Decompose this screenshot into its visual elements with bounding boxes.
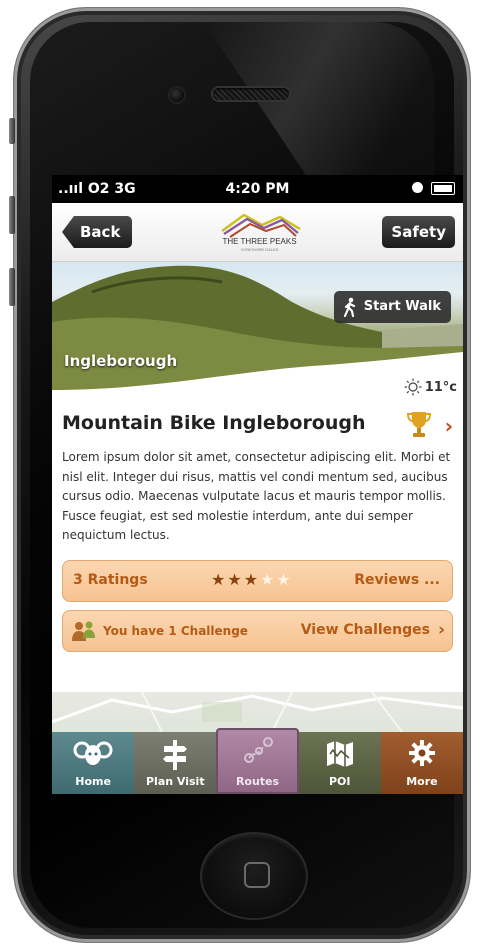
nav-bar: Back THE THREE PEAKS YORKSHIRE DALES Saf… <box>52 203 463 262</box>
logo-subtext: YORKSHIRE DALES <box>240 247 279 252</box>
safety-button[interactable]: Safety <box>382 216 455 248</box>
walk-title: Mountain Bike Ingleborough <box>62 412 366 434</box>
ram-icon <box>73 741 113 765</box>
gear-icon <box>408 740 435 766</box>
star-icon: ★ <box>211 569 228 589</box>
volume-up-button <box>9 196 15 234</box>
location-label: Ingleborough <box>64 352 178 370</box>
home-button[interactable] <box>202 834 306 918</box>
map-icon <box>326 741 353 767</box>
volume-down-button <box>9 268 15 306</box>
star-rating: ★★★★★ <box>211 570 293 589</box>
earpiece-speaker <box>213 88 289 100</box>
back-button[interactable]: Back <box>62 216 133 248</box>
signpost-icon <box>163 740 188 770</box>
tab-poi[interactable]: POI <box>298 732 381 794</box>
temperature: 11°c <box>424 379 457 395</box>
tab-label: POI <box>328 775 351 788</box>
status-time: 4:20 PM <box>225 181 290 197</box>
tab-label: Home <box>75 775 111 788</box>
map-roads <box>52 691 463 733</box>
status-bar: ..ııl O2 3G 4:20 PM <box>52 175 463 203</box>
star-empty-icon: ★ <box>260 569 277 589</box>
chevron-right-icon[interactable]: › <box>438 620 445 640</box>
mountains-logo-icon <box>221 213 301 238</box>
star-icon: ★ <box>243 569 261 589</box>
walk-description: Lorem ipsum dolor sit amet, consectetur … <box>62 450 451 542</box>
tab-routes[interactable]: Routes <box>216 728 299 794</box>
alarm-clock-icon <box>412 182 423 193</box>
ratings-count: 3 Ratings <box>73 571 148 588</box>
battery-icon <box>431 182 455 195</box>
weather-readout: 11°c <box>404 378 457 396</box>
tab-label: More <box>406 775 438 788</box>
mute-switch <box>9 118 15 144</box>
trophy-icon[interactable] <box>407 410 431 438</box>
tab-more[interactable]: More <box>380 732 463 794</box>
tab-bar: Home Plan Visit Routes POI More <box>52 728 463 794</box>
sun-icon <box>404 378 422 396</box>
app-screen: ..ııl O2 3G 4:20 PM Back THE THREE PEAKS… <box>52 175 463 794</box>
ratings-bar[interactable]: 3 Ratings ★★★★★ Reviews ... <box>62 559 453 602</box>
front-camera <box>170 88 184 102</box>
tab-plan-visit[interactable]: Plan Visit <box>134 732 217 794</box>
challenge-bar[interactable]: You have 1 Challenge View Challenges › <box>62 609 453 652</box>
reviews-link[interactable]: Reviews ... <box>354 572 440 588</box>
start-walk-button[interactable]: Start Walk <box>333 291 451 323</box>
logo-text: THE THREE PEAKS <box>222 237 297 246</box>
view-challenges-link[interactable]: View Challenges <box>301 622 430 638</box>
tab-label: Routes <box>235 775 280 788</box>
walk-content: Mountain Bike Ingleborough › Lorem ipsum… <box>52 408 463 652</box>
chevron-right-icon[interactable]: › <box>445 414 453 438</box>
hero-image: Ingleborough Start Walk 11°c <box>52 262 463 404</box>
star-empty-icon: ★ <box>276 569 293 589</box>
walk-title-row[interactable]: Mountain Bike Ingleborough › <box>62 408 453 442</box>
home-square-icon <box>244 862 270 888</box>
map-preview[interactable] <box>52 691 463 733</box>
walking-person-icon <box>343 297 355 317</box>
route-icon <box>243 737 273 763</box>
start-walk-label: Start Walk <box>363 299 441 314</box>
three-peaks-logo: THE THREE PEAKS YORKSHIRE DALES <box>202 209 317 257</box>
star-icon: ★ <box>227 569 244 589</box>
challenge-text: You have 1 Challenge <box>103 623 248 638</box>
people-icon <box>72 621 95 641</box>
mountain-landscape <box>52 265 463 404</box>
tab-home[interactable]: Home <box>52 732 135 794</box>
tab-label: Plan Visit <box>146 775 205 788</box>
